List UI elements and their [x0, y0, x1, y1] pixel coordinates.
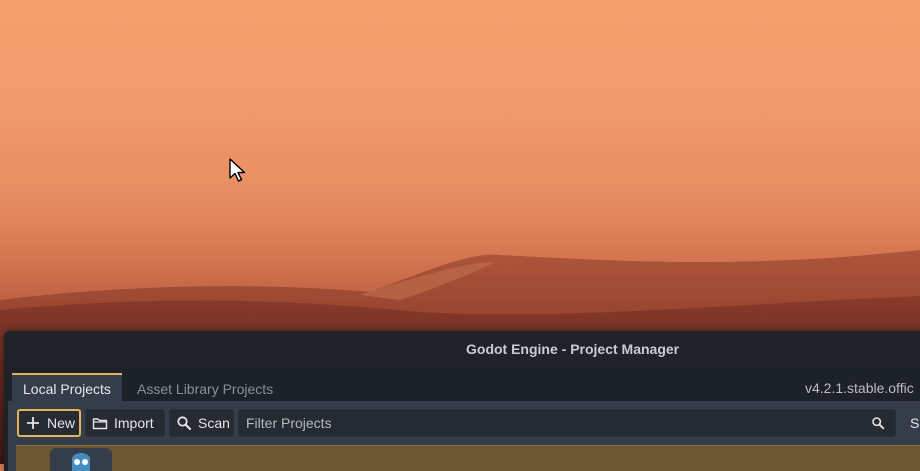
tab-local-projects[interactable]: Local Projects	[12, 373, 122, 403]
mouse-pointer-icon	[229, 158, 246, 182]
godot-logo-icon	[72, 453, 90, 471]
folder-icon	[92, 418, 108, 430]
project-icon	[50, 448, 112, 471]
import-button-label: Import	[114, 415, 154, 431]
search-icon	[177, 416, 192, 431]
project-manager-window: Godot Engine - Project Manager Local Pro…	[4, 331, 920, 471]
main-tab-bar: Local Projects Asset Library Projects v4…	[4, 371, 920, 403]
local-projects-panel: New Import Scan Filter Projects S	[8, 401, 920, 471]
project-list-item[interactable]	[16, 445, 920, 471]
window-titlebar[interactable]: Godot Engine - Project Manager	[4, 331, 920, 366]
filter-projects-input[interactable]	[239, 414, 858, 432]
search-icon	[872, 417, 885, 430]
new-project-button[interactable]: New	[17, 409, 81, 437]
scan-button-label: Scan	[198, 415, 230, 431]
tab-asset-library-projects[interactable]: Asset Library Projects	[126, 375, 284, 403]
window-title: Godot Engine - Project Manager	[466, 341, 680, 357]
scan-projects-button[interactable]: Scan	[169, 409, 234, 437]
filter-projects-field	[238, 409, 896, 437]
version-label: v4.2.1.stable.offic	[805, 380, 914, 396]
plus-icon	[27, 417, 39, 429]
sort-label: So	[910, 415, 920, 431]
import-project-button[interactable]: Import	[85, 409, 165, 437]
new-button-label: New	[47, 415, 76, 431]
